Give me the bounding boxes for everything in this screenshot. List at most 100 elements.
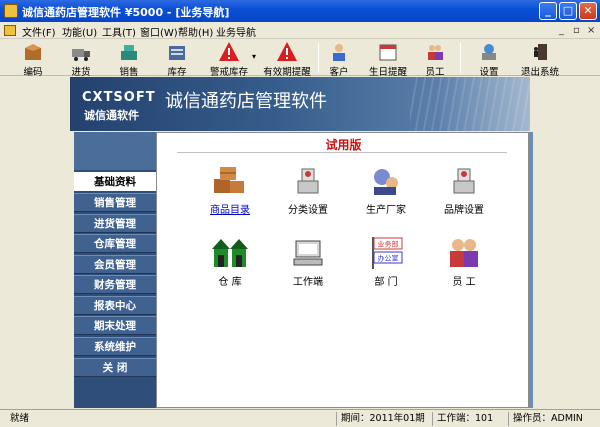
toolbar-birthday-reminder-label: 生日提醒 <box>368 67 407 78</box>
banner-decoration <box>410 77 530 131</box>
mdi-minimize-button[interactable]: _ <box>559 25 564 36</box>
status-bar: 就绪 期间：2011年01期 工作端：101 操作员：ADMIN <box>0 409 600 427</box>
status-ready: 就绪 <box>10 413 30 424</box>
app-banner: CXTSOFT 诚信通软件 诚信通药店管理软件 <box>70 77 530 131</box>
mdi-close-button[interactable]: × <box>587 25 595 36</box>
sidebar-item-reports[interactable]: 报表中心 <box>74 296 156 315</box>
toolbar-inventory-label: 库存 <box>167 67 187 78</box>
toolbar-staff-button[interactable]: 员工 <box>410 40 460 78</box>
title-bar: 诚信通药店管理软件 ¥5000 - [业务导航] _ □ ✕ <box>0 0 600 22</box>
status-workstation: 工作端：101 <box>432 412 493 426</box>
menu-bar: 文件(F) 功能(U) 工具(T) 窗口(W) 帮助(H) 业务导航 _ ▫ × <box>0 22 600 39</box>
toolbar-sales-button[interactable]: 销售 <box>104 40 154 78</box>
toolbar-code-button[interactable]: 编码 <box>8 40 58 78</box>
department-sign-office: 办公室 <box>378 254 399 263</box>
inventory-icon <box>169 46 185 60</box>
module-brand-settings[interactable]: 品牌设置 <box>429 163 499 219</box>
dropdown-arrow-icon[interactable]: ▾ <box>252 52 256 61</box>
toolbar-birthday-reminder-button[interactable]: 生日提醒 <box>360 40 416 78</box>
mdi-app-icon[interactable] <box>4 25 16 36</box>
toolbar-inventory-button[interactable]: 库存 <box>152 40 202 78</box>
toolbar-separator <box>460 43 461 73</box>
toolbar-expiry-reminder-button[interactable]: 有效期提醒 <box>258 40 316 78</box>
sidebar-item-finance[interactable]: 财务管理 <box>74 275 156 294</box>
module-warehouse-label: 仓 库 <box>218 277 242 288</box>
maximize-button[interactable]: □ <box>559 2 577 20</box>
module-brand-settings-label: 品牌设置 <box>444 205 484 216</box>
department-sign-business: 业务部 <box>378 240 399 249</box>
content-edge <box>529 132 533 408</box>
warehouse-icon <box>212 239 248 267</box>
banner-brand-cn: 诚信通软件 <box>84 109 139 122</box>
category-icon <box>297 168 319 194</box>
warning-icon <box>219 42 239 61</box>
sidebar-item-sales[interactable]: 销售管理 <box>74 193 156 212</box>
exit-icon <box>534 44 547 60</box>
menu-function[interactable]: 功能(U) <box>62 24 97 39</box>
toolbar-purchase-button[interactable]: 进货 <box>56 40 106 78</box>
purchase-truck-icon <box>72 49 90 61</box>
toolbar-customer-button[interactable]: 客户 <box>314 40 364 78</box>
module-category-settings-label: 分类设置 <box>288 205 328 216</box>
sidebar-item-purchase[interactable]: 进货管理 <box>74 214 156 233</box>
toolbar-settings-label: 设置 <box>479 67 499 78</box>
sidebar: 基础资料 销售管理 进货管理 仓库管理 会员管理 财务管理 报表中心 期末处理 … <box>74 132 156 408</box>
menu-help[interactable]: 帮助(H) <box>178 24 213 39</box>
banner-title: 诚信通药店管理软件 <box>165 91 327 112</box>
module-workstation[interactable]: 工作端 <box>273 235 343 291</box>
app-icon <box>4 4 18 18</box>
window-title: 诚信通药店管理软件 ¥5000 - [业务导航] <box>22 6 230 19</box>
sidebar-item-members[interactable]: 会员管理 <box>74 255 156 274</box>
sidebar-item-warehouse[interactable]: 仓库管理 <box>74 234 156 253</box>
toolbar-code-label: 编码 <box>23 67 43 78</box>
menu-tools[interactable]: 工具(T) <box>102 24 136 39</box>
sidebar-item-maintenance[interactable]: 系统维护 <box>74 337 156 356</box>
toolbar-settings-button[interactable]: 设置 <box>464 40 514 78</box>
minimize-button[interactable]: _ <box>539 2 557 20</box>
module-employee-label: 员 工 <box>452 277 476 288</box>
module-category-settings[interactable]: 分类设置 <box>273 163 343 219</box>
sidebar-item-basic-data[interactable]: 基础资料 <box>74 172 156 191</box>
toolbar-stock-warning-label: 警戒库存 <box>209 67 248 78</box>
toolbar-purchase-label: 进货 <box>71 67 91 78</box>
sidebar-item-close[interactable]: 关 闭 <box>74 358 156 377</box>
toolbar-sales-label: 销售 <box>119 67 139 78</box>
sales-register-icon <box>121 45 137 60</box>
toolbar-staff-label: 员工 <box>425 67 445 78</box>
sidebar-item-period-end[interactable]: 期末处理 <box>74 316 156 335</box>
toolbar-stock-warning-button[interactable]: 警戒库存 <box>202 40 256 78</box>
sidebar-header <box>74 132 156 170</box>
toolbar-customer-label: 客户 <box>329 67 349 78</box>
product-boxes-icon <box>214 167 244 193</box>
module-department-label: 部 门 <box>374 277 398 288</box>
calendar-icon <box>379 44 397 61</box>
toolbar-exit-button[interactable]: 退出系统 <box>512 40 568 78</box>
toolbar-exit-label: 退出系统 <box>520 67 559 78</box>
module-product-catalog[interactable]: 商品目录 <box>195 163 265 219</box>
module-warehouse[interactable]: 仓 库 <box>195 235 265 291</box>
employee-icon <box>450 239 478 267</box>
module-manufacturer[interactable]: 生产厂家 <box>351 163 421 219</box>
menu-window[interactable]: 窗口(W) <box>140 24 178 39</box>
mdi-restore-button[interactable]: ▫ <box>573 25 580 36</box>
toolbar: 编码 进货 销售 库存 警戒库存 ▾ 有效期提醒 客户 生日提醒 员工 设置 退… <box>0 40 600 78</box>
module-department[interactable]: 业务部 办公室 部 门 <box>351 235 421 291</box>
banner-brand-en: CXTSOFT <box>82 90 156 105</box>
close-button[interactable]: ✕ <box>579 2 597 20</box>
department-icon: 业务部 办公室 <box>372 237 403 269</box>
module-product-catalog-label[interactable]: 商品目录 <box>195 201 265 216</box>
warning-icon <box>277 42 297 61</box>
manufacturer-icon <box>374 169 398 195</box>
customer-icon <box>333 44 345 61</box>
module-employee[interactable]: 员 工 <box>429 235 499 291</box>
module-manufacturer-label: 生产厂家 <box>366 205 406 216</box>
content-panel: 试用版 商品目录 分类设置 生产厂家 品牌设置 仓 库 工作端 业务部 办公室 … <box>156 132 529 408</box>
menu-business-nav[interactable]: 业务导航 <box>216 24 256 39</box>
trial-divider <box>177 152 507 153</box>
workstation-icon <box>293 240 323 266</box>
code-box-icon <box>25 44 41 60</box>
menu-file[interactable]: 文件(F) <box>22 24 56 39</box>
settings-icon <box>482 44 496 60</box>
module-workstation-label: 工作端 <box>293 277 323 288</box>
status-period: 期间：2011年01期 <box>336 412 425 426</box>
